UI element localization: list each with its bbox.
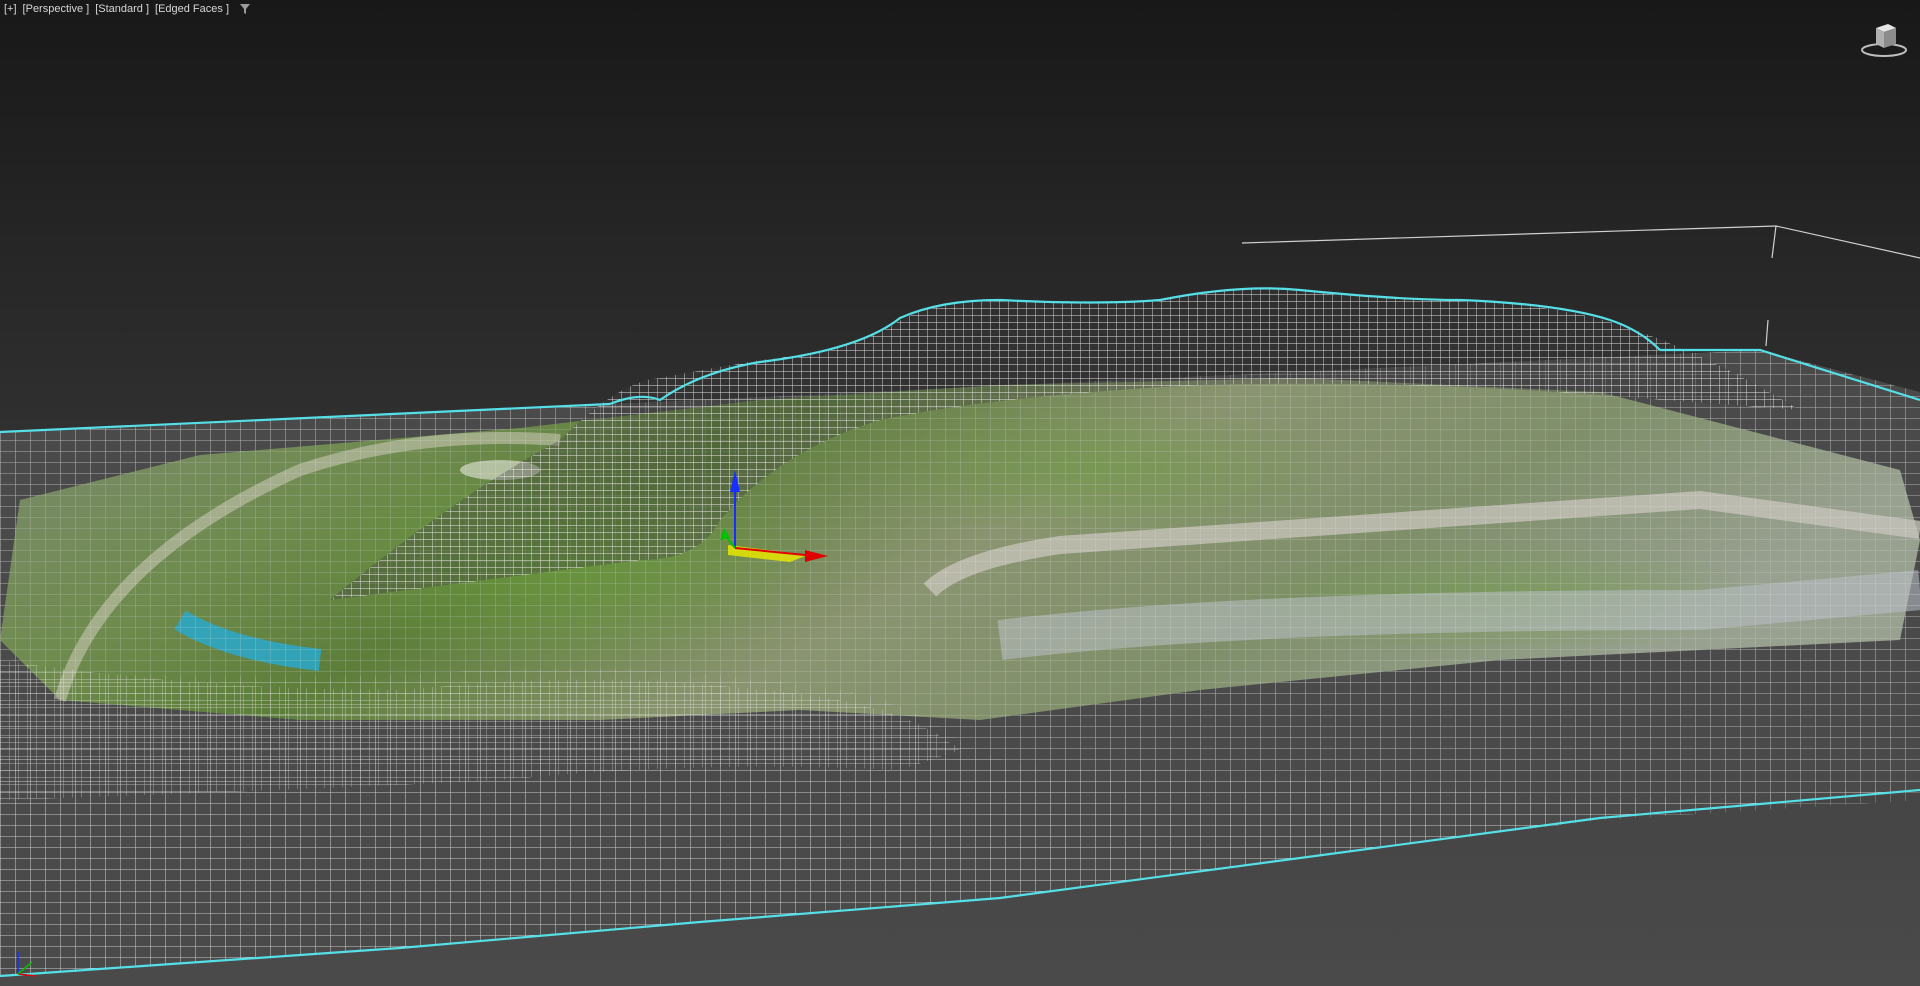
- viewport-shading-menu[interactable]: [Standard ]: [95, 3, 149, 15]
- viewport-label-bar: [+] [Perspective ] [Standard ] [Edged Fa…: [4, 3, 251, 15]
- filter-icon[interactable]: [239, 3, 251, 15]
- axis-tripod-icon: [17, 952, 37, 977]
- viewcube-icon[interactable]: [1858, 20, 1910, 60]
- viewport-display-menu[interactable]: [Edged Faces ]: [155, 3, 229, 15]
- viewport-view-menu[interactable]: [Perspective ]: [23, 3, 90, 15]
- terrain-mesh[interactable]: [0, 288, 1920, 976]
- perspective-viewport[interactable]: [+] [Perspective ] [Standard ] [Edged Fa…: [0, 0, 1920, 986]
- terrain-scene[interactable]: [0, 0, 1920, 986]
- viewport-plus-menu[interactable]: [+]: [4, 3, 17, 15]
